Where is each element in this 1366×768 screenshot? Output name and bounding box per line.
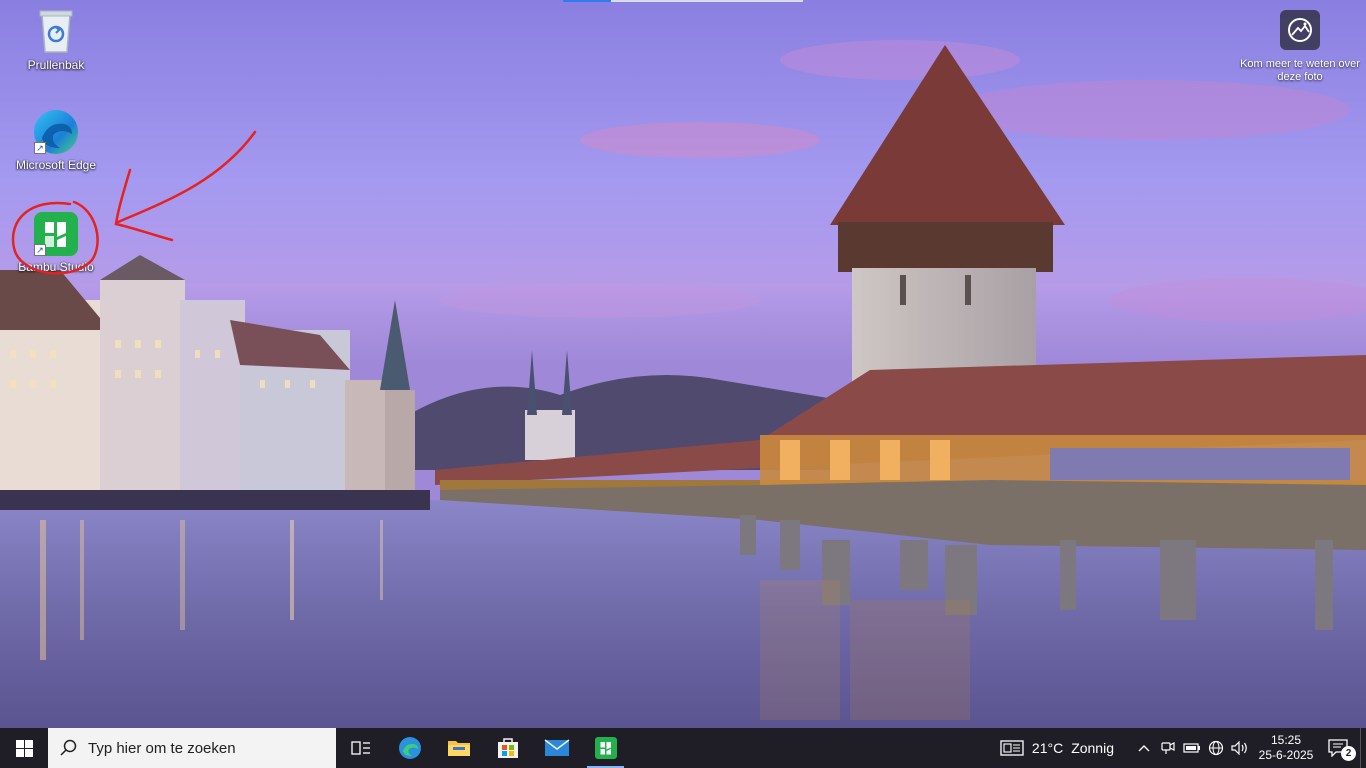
desktop-icon-microsoft-edge[interactable]: ↗ Microsoft Edge: [13, 108, 99, 172]
spotlight-learn-more[interactable]: Kom meer te weten over deze foto: [1240, 10, 1360, 84]
taskbar-file-explorer-button[interactable]: [434, 728, 483, 768]
news-weather-icon: [1000, 740, 1024, 756]
taskbar-clock[interactable]: 15:25 25-6-2025: [1256, 733, 1316, 763]
battery-icon: [1183, 743, 1200, 753]
volume-button[interactable]: [1228, 728, 1252, 768]
shortcut-arrow-icon: ↗: [34, 142, 46, 154]
taskbar-edge-button[interactable]: [385, 728, 434, 768]
system-tray: 21°C Zonnig 15:25 25-6-2025 2: [1000, 728, 1366, 768]
task-view-icon: [350, 741, 370, 755]
weather-condition: Zonnig: [1071, 740, 1114, 756]
weather-widget[interactable]: 21°C Zonnig: [1000, 739, 1114, 757]
edge-icon: [398, 737, 421, 759]
shortcut-arrow-icon: ↗: [34, 244, 46, 256]
speaker-icon: [1231, 741, 1247, 755]
chevron-up-icon: [1138, 745, 1150, 752]
taskbar-bambu-studio-button[interactable]: [581, 728, 630, 768]
store-icon: [497, 738, 518, 758]
notification-count-badge: 2: [1341, 746, 1356, 761]
bambu-studio-icon: [594, 737, 617, 759]
globe-icon: [1208, 740, 1224, 756]
clock-time: 15:25: [1270, 733, 1302, 747]
desktop-wallpaper: [0, 0, 1366, 728]
weather-temperature: 21°C: [1031, 740, 1064, 756]
recycle-bin-icon: [32, 8, 80, 54]
taskbar-mail-button[interactable]: [532, 728, 581, 768]
battery-button[interactable]: [1180, 728, 1204, 768]
show-desktop-button[interactable]: [1360, 728, 1366, 768]
top-progress-indicator: [563, 0, 803, 2]
spotlight-label: Kom meer te weten over deze foto: [1240, 58, 1360, 83]
windows-logo-icon: [15, 739, 33, 757]
meet-now-button[interactable]: [1156, 728, 1180, 768]
taskbar-search-box[interactable]: [48, 728, 336, 768]
camera-icon: [1280, 10, 1320, 50]
edge-label: Microsoft Edge: [15, 158, 97, 172]
taskbar-store-button[interactable]: [483, 728, 532, 768]
bambu-studio-label: Bambu Studio: [18, 260, 94, 274]
recycle-bin-label: Prullenbak: [27, 58, 85, 72]
show-hidden-icons-button[interactable]: [1132, 728, 1156, 768]
folder-icon: [447, 741, 470, 756]
search-input[interactable]: [88, 739, 318, 757]
taskbar: 21°C Zonnig: [0, 728, 1366, 768]
search-icon: [60, 739, 77, 756]
clock-date: 25-6-2025: [1258, 748, 1314, 762]
action-center-button[interactable]: 2: [1316, 728, 1360, 768]
network-button[interactable]: [1204, 728, 1228, 768]
task-view-button[interactable]: [336, 728, 385, 768]
desktop-icon-bambu-studio[interactable]: ↗ Bambu Studio: [13, 210, 99, 274]
camera-icon: [1161, 742, 1175, 754]
desktop-icon-recycle-bin[interactable]: Prullenbak: [13, 8, 99, 72]
edge-icon: ↗: [32, 108, 80, 154]
bambu-studio-icon: ↗: [32, 210, 80, 256]
mail-icon: [544, 739, 569, 756]
start-button[interactable]: [0, 728, 48, 768]
